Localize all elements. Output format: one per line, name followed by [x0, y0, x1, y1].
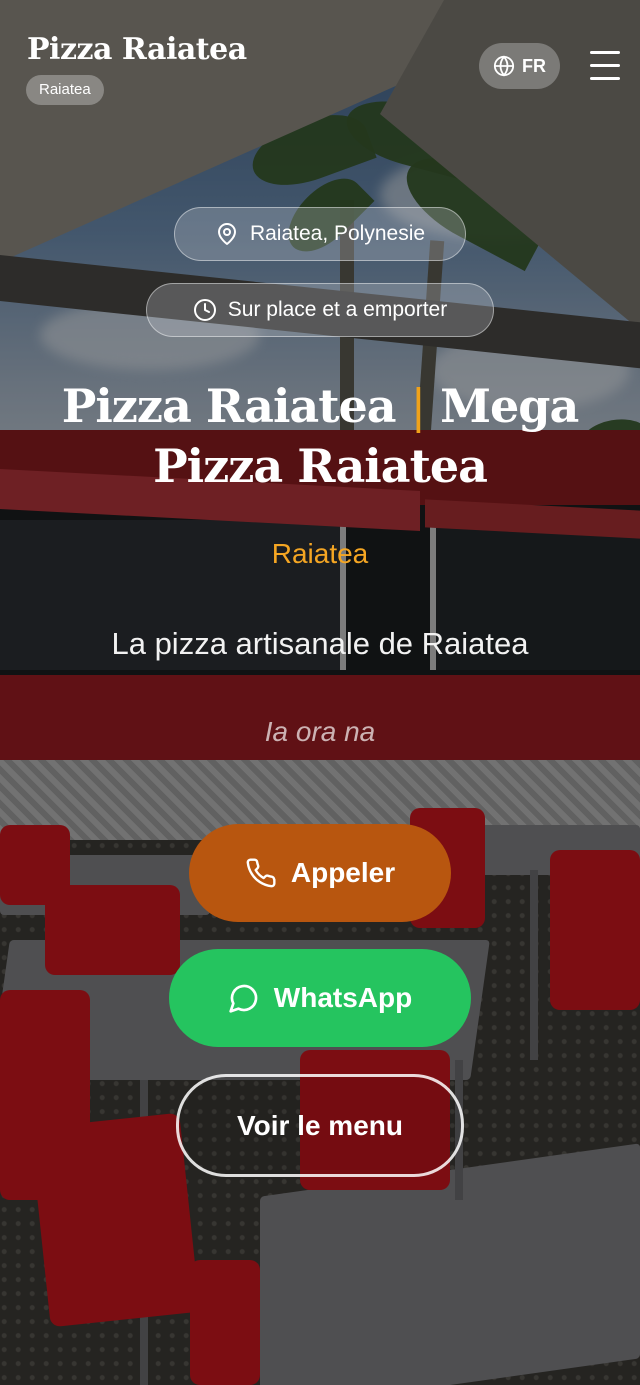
clock-icon [193, 298, 217, 322]
phone-icon [245, 857, 277, 889]
whatsapp-button[interactable]: WhatsApp [169, 949, 471, 1047]
greeting: Ia ora na [264, 716, 376, 747]
language-switcher-button[interactable]: FR [479, 43, 560, 89]
tagline: La pizza artisanale de Raiatea [111, 626, 529, 661]
chat-bubble-icon [228, 982, 260, 1014]
title-separator: | [410, 379, 426, 433]
language-label: FR [522, 55, 546, 76]
location-pill: Raiatea, Polynesie [174, 207, 466, 261]
location-badge: Raiatea [26, 75, 104, 105]
hamburger-menu-icon[interactable] [588, 49, 622, 81]
whatsapp-button-label: WhatsApp [273, 982, 413, 1013]
call-button[interactable]: Appeler [189, 824, 451, 922]
title-part-1: Pizza Raiatea [61, 379, 397, 433]
call-button-label: Appeler [290, 857, 396, 888]
service-pill-label: Sur place et a emporter [227, 298, 448, 321]
map-pin-icon [215, 222, 239, 246]
service-pill: Sur place et a emporter [146, 283, 494, 337]
globe-icon [493, 55, 515, 77]
hero-location: Raiatea [271, 538, 369, 569]
view-menu-button[interactable]: Voir le menu [176, 1074, 464, 1177]
view-menu-button-label: Voir le menu [237, 1109, 403, 1141]
site-header: Pizza Raiatea Raiatea FR [0, 0, 640, 120]
brand-logo-text[interactable]: Pizza Raiatea [27, 32, 247, 67]
page-title: Pizza Raiatea | Mega Pizza Raiatea [0, 376, 640, 496]
location-pill-label: Raiatea, Polynesie [249, 222, 426, 245]
